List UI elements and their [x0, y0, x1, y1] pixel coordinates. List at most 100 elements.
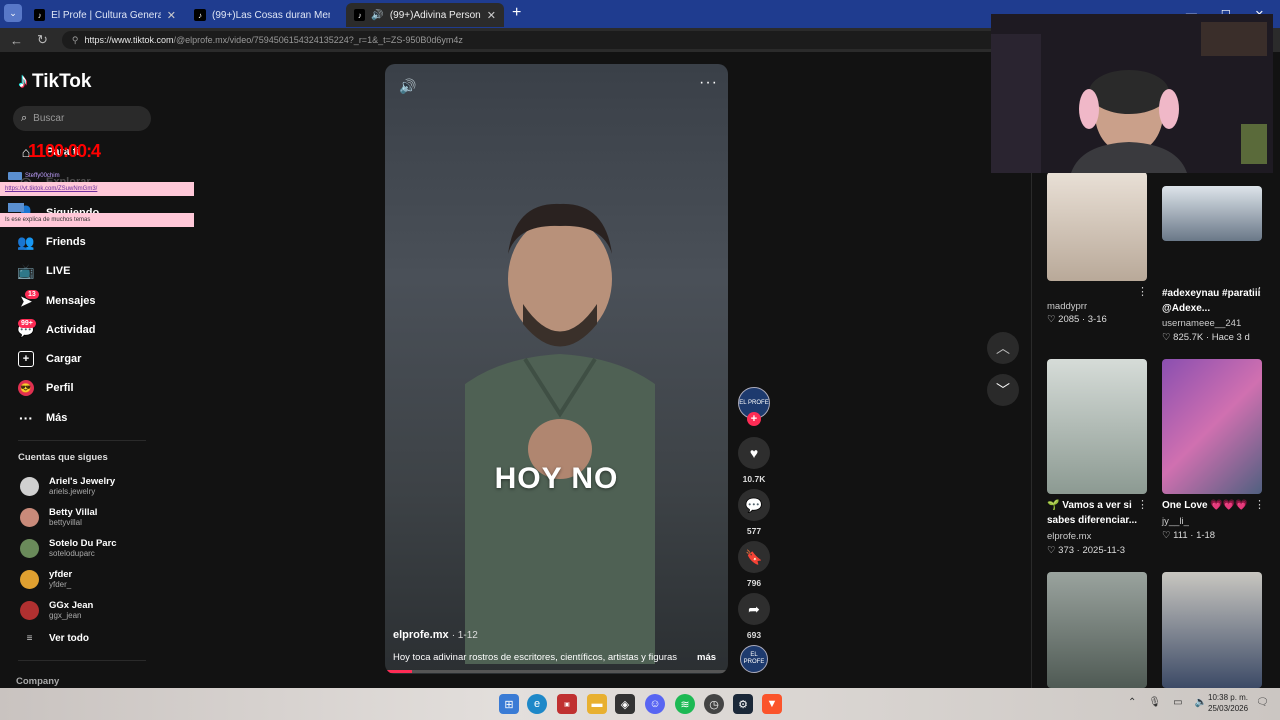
microphone-icon[interactable]: 🎙 — [1148, 697, 1161, 708]
steam-icon[interactable]: ⚙ — [733, 694, 753, 714]
previous-video-button[interactable]: ︿ — [987, 332, 1019, 364]
save-button[interactable]: 🔖 796 — [738, 541, 770, 588]
nav-item-mas[interactable]: ··· Más — [18, 410, 67, 426]
browser-tab-1[interactable]: ♪ El Profe | Cultura General (@elprof ✕ — [26, 3, 184, 27]
video-username[interactable]: maddyprr — [1047, 301, 1087, 312]
more-icon: ··· — [19, 410, 33, 426]
comment-button[interactable]: 💬 577 — [738, 489, 770, 536]
clock-app-icon[interactable]: ◷ — [704, 694, 724, 714]
discord-icon[interactable]: ☺ — [645, 694, 665, 714]
edge-icon[interactable]: e — [527, 694, 547, 714]
notification-icon[interactable]: 🗨 — [1256, 697, 1269, 708]
more-options-icon[interactable]: ⋮ — [1137, 285, 1148, 298]
more-options-icon[interactable]: ⋮ — [1254, 285, 1265, 298]
video-author[interactable]: elprofe.mx · 1-12 — [393, 629, 478, 641]
overlay-message: Is ese explica de muchos temas — [5, 217, 91, 223]
likes-count: 2085 — [1058, 314, 1080, 325]
following-item[interactable]: GGx Jean ggx_jean — [20, 600, 93, 620]
next-video-button[interactable]: ﹀ — [987, 374, 1019, 406]
overlay-username: Steffy00chim — [25, 173, 60, 179]
more-options-icon[interactable]: ⋮ — [1137, 498, 1148, 511]
obs-icon[interactable]: ◈ — [615, 694, 635, 714]
video-thumbnail[interactable] — [1047, 359, 1147, 494]
messages-badge: 13 — [25, 290, 39, 299]
see-all-label: Ver todo — [49, 633, 90, 644]
avatar — [20, 476, 39, 496]
brave-icon[interactable]: ▼ — [762, 694, 782, 714]
video-progress-bar[interactable] — [385, 670, 728, 673]
browser-tab-3[interactable]: ♪ 🔊 (99+)Adivina Personajes Hist ✕ — [346, 3, 504, 27]
video-thumbnail[interactable] — [1047, 572, 1147, 688]
video-player[interactable]: 🔊 ··· HOY NO elprofe.mx · 1-12 Hoy toca … — [385, 64, 728, 674]
tab-list-button[interactable]: ⌄ — [4, 4, 22, 22]
tiktok-favicon-icon: ♪ — [34, 9, 46, 21]
company-link[interactable]: Company — [16, 676, 59, 687]
following-item[interactable]: Betty Villal bettyvillal — [20, 507, 97, 527]
save-count: 796 — [746, 578, 762, 588]
windows-start-icon[interactable]: ⊞ — [499, 694, 519, 714]
chevron-up-icon[interactable]: ⌃ — [1128, 697, 1136, 708]
video-date: 3-16 — [1087, 314, 1107, 325]
profile-icon: 😎 — [18, 380, 34, 396]
video-thumbnail[interactable] — [1162, 186, 1262, 241]
nav-label: Perfil — [46, 382, 74, 394]
nav-label: Más — [46, 412, 68, 424]
following-name: Sotelo Du Parc — [49, 538, 117, 549]
nav-label: Cargar — [46, 353, 82, 365]
video-date: 2025-11-3 — [1082, 545, 1126, 556]
nav-item-live[interactable]: 📺 LIVE — [17, 262, 70, 279]
following-item[interactable]: Sotelo Du Parc soteloduparc — [20, 538, 117, 558]
url-path: /@elprofe.mx/video/7594506154324135224?_… — [173, 35, 463, 45]
file-explorer-icon[interactable]: ▬ — [587, 694, 607, 714]
video-thumbnail[interactable] — [1162, 572, 1262, 688]
avatar — [20, 538, 39, 558]
more-options-icon[interactable]: ··· — [699, 74, 718, 92]
speaker-icon: 🔊 — [371, 9, 384, 21]
search-input[interactable]: ⌕ Buscar — [13, 106, 151, 131]
overlay-message-bar: Is ese explica de muchos temas — [0, 213, 194, 227]
following-title: Cuentas que sigues — [18, 452, 108, 463]
sidebar-divider — [18, 440, 146, 441]
volume-icon[interactable]: 🔊 — [399, 78, 416, 95]
video-username[interactable]: usernameee__241 — [1162, 318, 1241, 329]
network-icon[interactable]: ▭ — [1173, 697, 1182, 708]
close-icon[interactable]: ✕ — [487, 9, 496, 22]
taskbar-clock[interactable]: 10:38 p. m. 25/03/2026 — [1208, 692, 1248, 714]
share-button[interactable]: ➦ 693 — [738, 593, 770, 640]
live-icon: 📺 — [17, 262, 35, 279]
avatar — [20, 569, 39, 589]
user-flag-icon — [8, 172, 22, 180]
see-all-link[interactable]: ≡ Ver todo — [20, 633, 89, 644]
nav-label: Friends — [46, 236, 86, 248]
video-thumbnail[interactable] — [1162, 359, 1262, 494]
nav-item-perfil[interactable]: 😎 Perfil — [18, 380, 74, 396]
reload-icon[interactable]: ↻ — [37, 32, 48, 48]
following-name: yfder — [49, 569, 73, 580]
nav-item-cargar[interactable]: + Cargar — [18, 351, 81, 367]
site-info-icon[interactable]: ⚲ — [72, 35, 79, 46]
more-options-icon[interactable]: ⋮ — [1254, 498, 1265, 511]
video-username[interactable]: jy__li_ — [1162, 516, 1189, 527]
back-icon[interactable]: ← — [10, 33, 23, 48]
video-title[interactable]: One Love 💗💗💗 — [1162, 498, 1252, 513]
follow-plus-icon[interactable]: + — [747, 412, 761, 426]
following-item[interactable]: Ariel's Jewelry ariels.jewelry — [20, 476, 115, 496]
chevron-up-icon: ︿ — [996, 340, 1010, 356]
app-icon[interactable]: ▣ — [557, 694, 577, 714]
close-icon[interactable]: ✕ — [167, 9, 176, 22]
tiktok-logo[interactable]: ♪ TikTok — [18, 70, 91, 93]
volume-icon[interactable]: 🔈 — [1195, 697, 1207, 708]
browser-tab-2[interactable]: ♪ (99+)Las Cosas duran Menos que Ant — [186, 3, 344, 27]
following-item[interactable]: yfder yfder_ — [20, 569, 72, 589]
like-button[interactable]: ♥ 10.7K — [738, 437, 770, 484]
following-name: Betty Villal — [49, 507, 98, 518]
nav-item-friends[interactable]: 👥 Friends — [17, 234, 86, 250]
spotify-icon[interactable]: ≋ — [675, 694, 695, 714]
video-username[interactable]: elprofe.mx — [1047, 531, 1091, 542]
sound-disc[interactable]: EL PROFE — [738, 645, 770, 673]
address-bar[interactable]: ⚲ https://www.tiktok.com/@elprofe.mx/vid… — [61, 31, 1022, 49]
more-description-button[interactable]: más — [697, 652, 716, 663]
new-tab-button[interactable]: + — [512, 4, 521, 22]
video-thumbnail[interactable] — [1047, 172, 1147, 281]
tiktok-favicon-icon: ♪ — [194, 9, 206, 21]
